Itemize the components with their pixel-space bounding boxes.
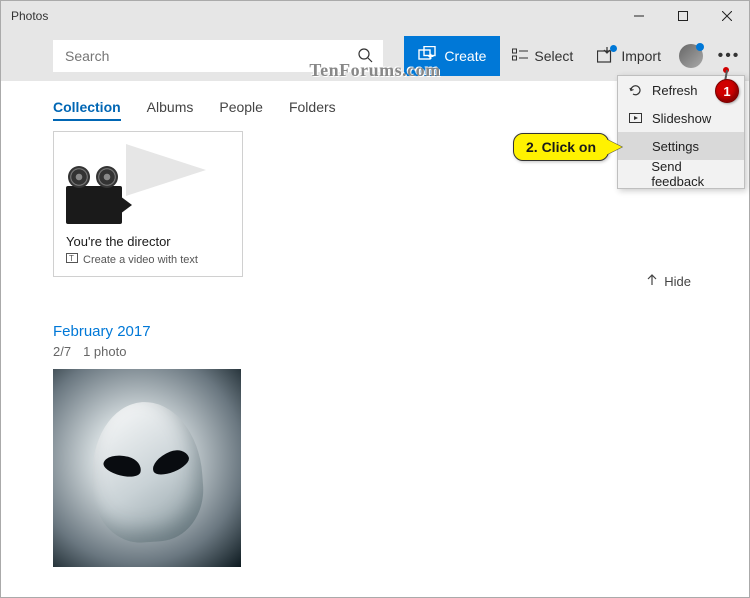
month-heading[interactable]: February 2017: [53, 323, 749, 340]
promo-subtitle-text: Create a video with text: [83, 254, 198, 266]
menu-settings[interactable]: Settings: [618, 132, 744, 160]
import-button[interactable]: Import: [585, 36, 673, 76]
photo-thumbnail[interactable]: [53, 369, 241, 567]
date-label: 2/7: [53, 344, 71, 359]
promo-title: You're the director: [66, 234, 230, 249]
more-button[interactable]: •••: [709, 36, 749, 76]
close-button[interactable]: [705, 1, 749, 31]
tab-albums[interactable]: Albums: [147, 99, 194, 121]
select-button[interactable]: Select: [500, 36, 585, 76]
menu-refresh-label: Refresh: [652, 83, 698, 98]
tab-people[interactable]: People: [219, 99, 263, 121]
import-label: Import: [621, 48, 661, 64]
window-controls: [617, 1, 749, 31]
slideshow-icon: [628, 113, 642, 124]
hide-label: Hide: [664, 274, 691, 289]
import-icon: [597, 47, 615, 66]
count-label: 1 photo: [83, 344, 126, 359]
minimize-button[interactable]: [617, 1, 661, 31]
menu-send-feedback[interactable]: Send feedback: [618, 160, 744, 188]
menu-slideshow[interactable]: Slideshow: [618, 104, 744, 132]
svg-text:T: T: [69, 254, 74, 263]
tab-collection[interactable]: Collection: [53, 99, 121, 121]
select-icon: [512, 48, 528, 65]
ellipsis-icon: •••: [718, 47, 741, 65]
promo-card[interactable]: You're the director T Create a video wit…: [53, 131, 243, 277]
watermark: TenForums.com: [309, 60, 440, 81]
annotation-pin: [723, 67, 729, 73]
create-label: Create: [444, 48, 486, 64]
text-icon: T: [66, 253, 78, 266]
menu-feedback-label: Send feedback: [651, 159, 734, 189]
select-label: Select: [534, 48, 573, 64]
titlebar: Photos: [1, 1, 749, 31]
avatar[interactable]: [679, 44, 703, 68]
tab-folders[interactable]: Folders: [289, 99, 336, 121]
menu-slideshow-label: Slideshow: [652, 111, 711, 126]
refresh-icon: [628, 84, 642, 97]
annotation-callout: 2. Click on: [513, 133, 609, 161]
window-title: Photos: [11, 9, 48, 23]
promo-subtitle: T Create a video with text: [66, 253, 230, 266]
camera-illustration: [66, 144, 230, 224]
menu-settings-label: Settings: [652, 139, 699, 154]
maximize-button[interactable]: [661, 1, 705, 31]
month-subheading: 2/7 1 photo: [53, 344, 749, 359]
hide-button[interactable]: Hide: [646, 274, 691, 289]
arrow-up-icon: [646, 274, 658, 289]
annotation-step-1: 1: [715, 79, 739, 103]
